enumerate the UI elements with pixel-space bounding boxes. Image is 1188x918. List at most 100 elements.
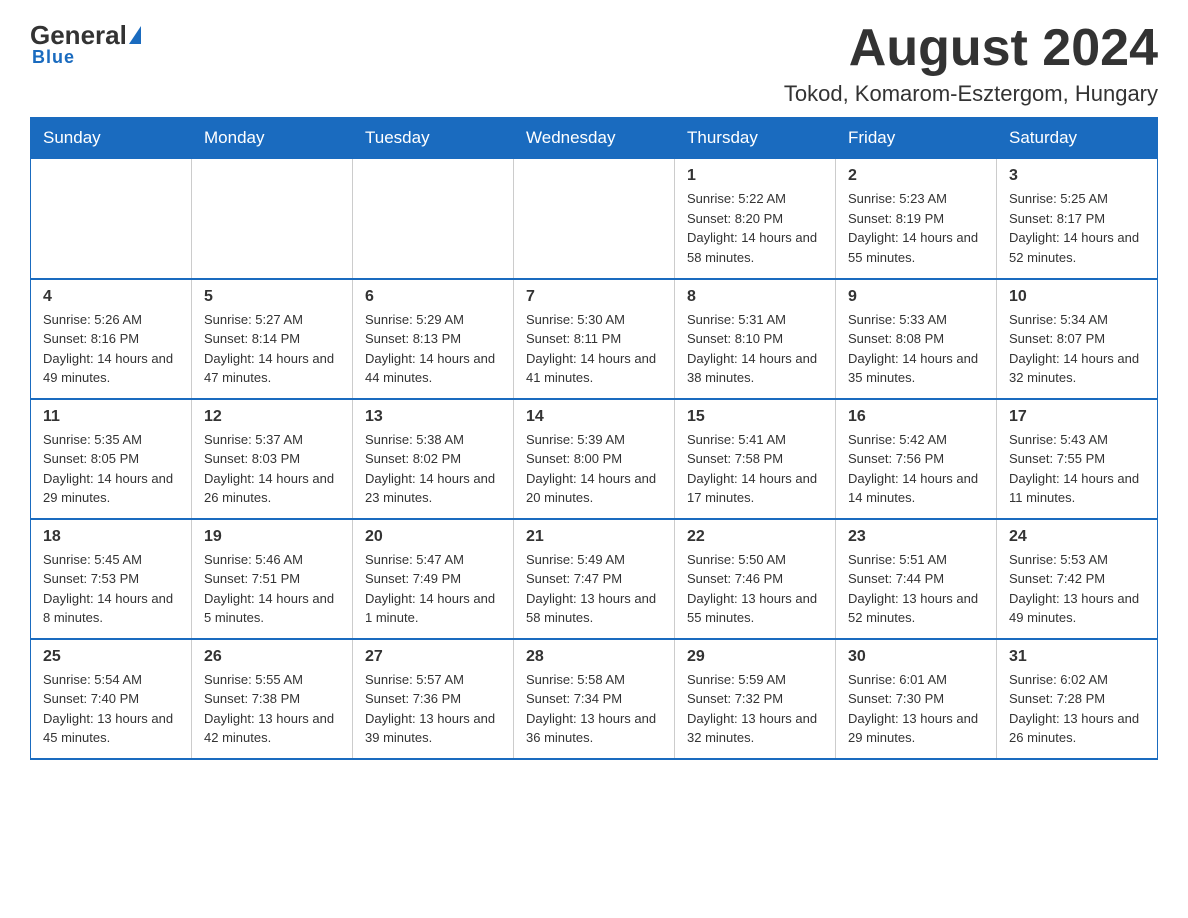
day-number: 4 <box>43 288 179 306</box>
day-number: 3 <box>1009 167 1145 185</box>
day-info: Sunrise: 5:27 AM Sunset: 8:14 PM Dayligh… <box>204 310 340 388</box>
day-info: Sunrise: 5:26 AM Sunset: 8:16 PM Dayligh… <box>43 310 179 388</box>
day-number: 13 <box>365 408 501 426</box>
day-number: 30 <box>848 648 984 666</box>
header-day-sunday: Sunday <box>31 118 192 159</box>
day-info: Sunrise: 5:29 AM Sunset: 8:13 PM Dayligh… <box>365 310 501 388</box>
day-number: 15 <box>687 408 823 426</box>
day-cell: 24 Sunrise: 5:53 AM Sunset: 7:42 PM Dayli… <box>997 519 1158 639</box>
day-number: 7 <box>526 288 662 306</box>
day-number: 27 <box>365 648 501 666</box>
day-number: 18 <box>43 528 179 546</box>
day-number: 8 <box>687 288 823 306</box>
day-cell: 2 Sunrise: 5:23 AM Sunset: 8:19 PM Daylig… <box>836 159 997 279</box>
day-cell: 22 Sunrise: 5:50 AM Sunset: 7:46 PM Dayli… <box>675 519 836 639</box>
day-number: 23 <box>848 528 984 546</box>
day-cell: 16 Sunrise: 5:42 AM Sunset: 7:56 PM Dayli… <box>836 399 997 519</box>
day-cell: 4 Sunrise: 5:26 AM Sunset: 8:16 PM Daylig… <box>31 279 192 399</box>
day-cell: 25Sunrise: 5:54 AM Sunset: 7:40 PM Dayli… <box>31 639 192 759</box>
day-number: 12 <box>204 408 340 426</box>
day-cell: 27Sunrise: 5:57 AM Sunset: 7:36 PM Dayli… <box>353 639 514 759</box>
day-cell <box>192 159 353 279</box>
day-number: 24 <box>1009 528 1145 546</box>
day-cell: 31Sunrise: 6:02 AM Sunset: 7:28 PM Dayli… <box>997 639 1158 759</box>
page-header: General Blue August 2024 Tokod, Komarom-… <box>30 20 1158 107</box>
day-cell: 29 Sunrise: 5:59 AM Sunset: 7:32 PM Dayli… <box>675 639 836 759</box>
day-info: Sunrise: 5:50 AM Sunset: 7:46 PM Dayligh… <box>687 550 823 628</box>
day-cell: 1 Sunrise: 5:22 AM Sunset: 8:20 PM Daylig… <box>675 159 836 279</box>
calendar-subtitle: Tokod, Komarom-Esztergom, Hungary <box>784 81 1158 107</box>
day-cell: 23 Sunrise: 5:51 AM Sunset: 7:44 PM Dayli… <box>836 519 997 639</box>
day-cell: 20Sunrise: 5:47 AM Sunset: 7:49 PM Dayli… <box>353 519 514 639</box>
day-info: Sunrise: 5:42 AM Sunset: 7:56 PM Dayligh… <box>848 430 984 508</box>
day-cell: 17Sunrise: 5:43 AM Sunset: 7:55 PM Dayli… <box>997 399 1158 519</box>
calendar-body: 1 Sunrise: 5:22 AM Sunset: 8:20 PM Daylig… <box>31 159 1158 759</box>
logo-blue: Blue <box>32 47 75 68</box>
logo: General Blue <box>30 20 141 68</box>
day-number: 19 <box>204 528 340 546</box>
day-cell: 28 Sunrise: 5:58 AM Sunset: 7:34 PM Dayli… <box>514 639 675 759</box>
day-info: Sunrise: 5:47 AM Sunset: 7:49 PM Dayligh… <box>365 550 501 628</box>
day-info: Sunrise: 5:59 AM Sunset: 7:32 PM Dayligh… <box>687 670 823 748</box>
day-info: Sunrise: 5:22 AM Sunset: 8:20 PM Dayligh… <box>687 189 823 267</box>
day-cell: 15 Sunrise: 5:41 AM Sunset: 7:58 PM Dayli… <box>675 399 836 519</box>
day-info: Sunrise: 5:23 AM Sunset: 8:19 PM Dayligh… <box>848 189 984 267</box>
day-cell: 30 Sunrise: 6:01 AM Sunset: 7:30 PM Dayli… <box>836 639 997 759</box>
day-cell: 8Sunrise: 5:31 AM Sunset: 8:10 PM Daylig… <box>675 279 836 399</box>
day-cell: 10Sunrise: 5:34 AM Sunset: 8:07 PM Dayli… <box>997 279 1158 399</box>
day-number: 21 <box>526 528 662 546</box>
day-cell: 5 Sunrise: 5:27 AM Sunset: 8:14 PM Daylig… <box>192 279 353 399</box>
day-number: 26 <box>204 648 340 666</box>
calendar-table: SundayMondayTuesdayWednesdayThursdayFrid… <box>30 117 1158 760</box>
header-day-wednesday: Wednesday <box>514 118 675 159</box>
week-row-3: 11 Sunrise: 5:35 AM Sunset: 8:05 PM Dayli… <box>31 399 1158 519</box>
day-cell: 13 Sunrise: 5:38 AM Sunset: 8:02 PM Dayli… <box>353 399 514 519</box>
calendar-title: August 2024 <box>784 20 1158 77</box>
day-info: Sunrise: 5:38 AM Sunset: 8:02 PM Dayligh… <box>365 430 501 508</box>
calendar-header: SundayMondayTuesdayWednesdayThursdayFrid… <box>31 118 1158 159</box>
day-cell <box>31 159 192 279</box>
day-info: Sunrise: 5:34 AM Sunset: 8:07 PM Dayligh… <box>1009 310 1145 388</box>
day-info: Sunrise: 5:49 AM Sunset: 7:47 PM Dayligh… <box>526 550 662 628</box>
day-cell: 19 Sunrise: 5:46 AM Sunset: 7:51 PM Dayli… <box>192 519 353 639</box>
day-info: Sunrise: 5:58 AM Sunset: 7:34 PM Dayligh… <box>526 670 662 748</box>
day-info: Sunrise: 5:51 AM Sunset: 7:44 PM Dayligh… <box>848 550 984 628</box>
day-number: 14 <box>526 408 662 426</box>
day-info: Sunrise: 5:35 AM Sunset: 8:05 PM Dayligh… <box>43 430 179 508</box>
day-info: Sunrise: 5:46 AM Sunset: 7:51 PM Dayligh… <box>204 550 340 628</box>
day-cell <box>514 159 675 279</box>
day-number: 28 <box>526 648 662 666</box>
day-info: Sunrise: 5:53 AM Sunset: 7:42 PM Dayligh… <box>1009 550 1145 628</box>
day-number: 22 <box>687 528 823 546</box>
header-day-saturday: Saturday <box>997 118 1158 159</box>
day-number: 9 <box>848 288 984 306</box>
day-number: 29 <box>687 648 823 666</box>
day-number: 11 <box>43 408 179 426</box>
day-info: Sunrise: 5:55 AM Sunset: 7:38 PM Dayligh… <box>204 670 340 748</box>
week-row-5: 25Sunrise: 5:54 AM Sunset: 7:40 PM Dayli… <box>31 639 1158 759</box>
day-info: Sunrise: 5:37 AM Sunset: 8:03 PM Dayligh… <box>204 430 340 508</box>
day-number: 5 <box>204 288 340 306</box>
day-info: Sunrise: 5:41 AM Sunset: 7:58 PM Dayligh… <box>687 430 823 508</box>
day-number: 1 <box>687 167 823 185</box>
title-block: August 2024 Tokod, Komarom-Esztergom, Hu… <box>784 20 1158 107</box>
day-cell: 11 Sunrise: 5:35 AM Sunset: 8:05 PM Dayli… <box>31 399 192 519</box>
week-row-2: 4 Sunrise: 5:26 AM Sunset: 8:16 PM Daylig… <box>31 279 1158 399</box>
header-day-tuesday: Tuesday <box>353 118 514 159</box>
day-info: Sunrise: 6:01 AM Sunset: 7:30 PM Dayligh… <box>848 670 984 748</box>
day-number: 16 <box>848 408 984 426</box>
header-day-monday: Monday <box>192 118 353 159</box>
day-info: Sunrise: 5:33 AM Sunset: 8:08 PM Dayligh… <box>848 310 984 388</box>
header-day-thursday: Thursday <box>675 118 836 159</box>
logo-triangle-icon <box>129 26 141 44</box>
day-info: Sunrise: 5:45 AM Sunset: 7:53 PM Dayligh… <box>43 550 179 628</box>
day-cell: 26 Sunrise: 5:55 AM Sunset: 7:38 PM Dayli… <box>192 639 353 759</box>
day-number: 2 <box>848 167 984 185</box>
day-info: Sunrise: 6:02 AM Sunset: 7:28 PM Dayligh… <box>1009 670 1145 748</box>
day-number: 25 <box>43 648 179 666</box>
day-cell <box>353 159 514 279</box>
week-row-4: 18 Sunrise: 5:45 AM Sunset: 7:53 PM Dayli… <box>31 519 1158 639</box>
day-cell: 3Sunrise: 5:25 AM Sunset: 8:17 PM Daylig… <box>997 159 1158 279</box>
day-number: 6 <box>365 288 501 306</box>
day-cell: 21 Sunrise: 5:49 AM Sunset: 7:47 PM Dayli… <box>514 519 675 639</box>
